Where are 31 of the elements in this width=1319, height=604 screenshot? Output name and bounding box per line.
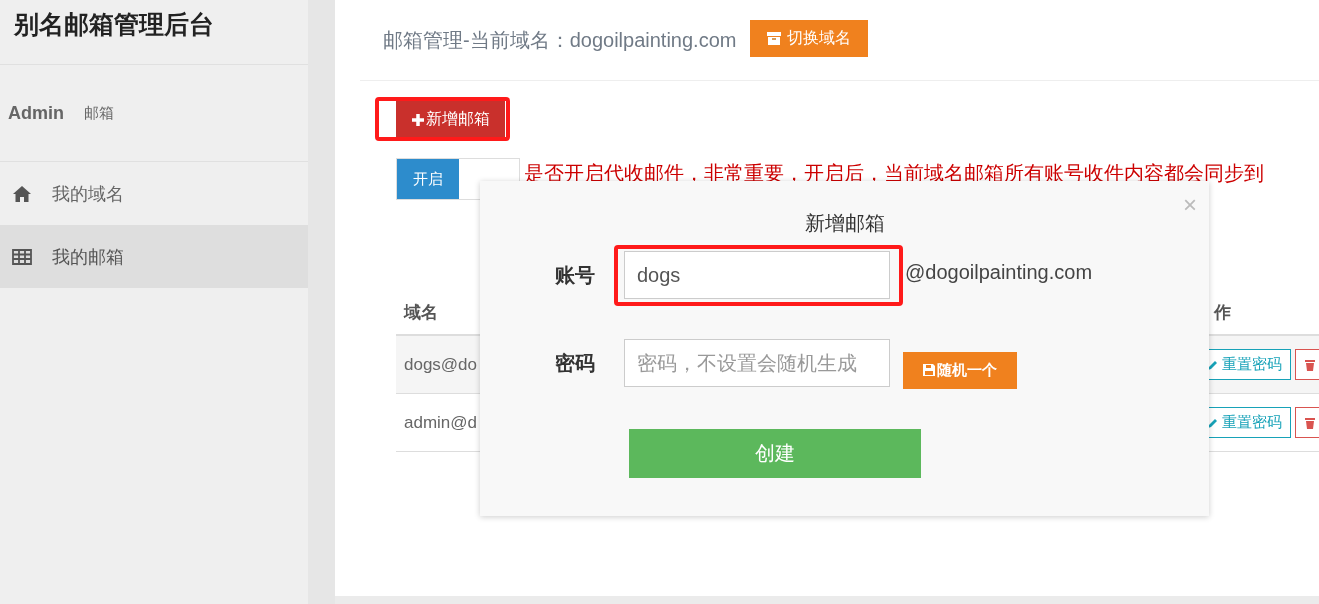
add-mailbox-button[interactable]: 新增邮箱	[396, 101, 505, 138]
password-field[interactable]: 密码，不设置会随机生成	[624, 339, 890, 387]
table-cell-text: admin@d	[403, 412, 477, 433]
sidebar-item[interactable]: 我的域名	[0, 162, 308, 225]
pencil-icon	[1207, 358, 1219, 371]
create-button[interactable]: 创建	[629, 429, 921, 478]
user-name: Admin	[8, 102, 64, 124]
table-icon	[12, 248, 32, 265]
plus-icon	[411, 113, 424, 126]
user-role: 邮箱	[84, 103, 114, 123]
sidebar-item[interactable]: 我的邮箱	[0, 225, 308, 288]
pencil-icon	[1207, 416, 1219, 429]
delete-button[interactable]	[1295, 349, 1319, 380]
field-label: 密码	[555, 350, 596, 376]
trash-icon	[1304, 358, 1316, 371]
random-button[interactable]: 随机一个	[903, 351, 1017, 389]
home-icon	[12, 184, 32, 203]
save-icon	[923, 364, 935, 376]
table-cell-text: dogs@do	[403, 354, 478, 375]
delete-button[interactable]	[1295, 407, 1319, 438]
account-field[interactable]: dogs	[624, 251, 890, 299]
field-label: 账号	[555, 262, 596, 288]
dialog-title: 新增邮箱	[803, 211, 886, 236]
column-header: 域名	[402, 301, 438, 324]
column-header: 作	[1212, 301, 1231, 324]
switch-domain-button[interactable]: 切换域名	[750, 19, 869, 57]
archive-icon	[767, 31, 782, 45]
trash-icon	[1304, 416, 1316, 429]
domain-suffix: @dogoilpainting.com	[905, 260, 1093, 284]
page-title: 邮箱管理-当前域名：dogoilpainting.com	[383, 27, 737, 53]
close-button[interactable]: ×	[1183, 193, 1197, 217]
